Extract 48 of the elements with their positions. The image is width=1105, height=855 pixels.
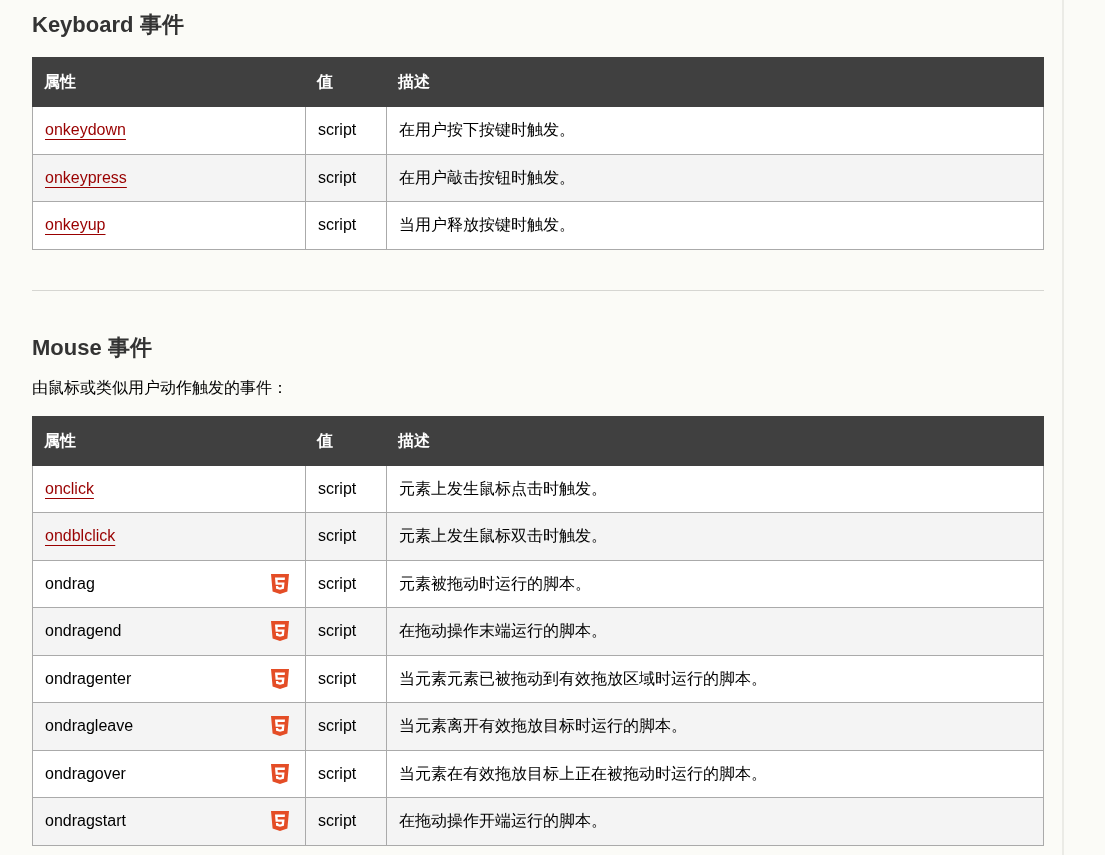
attribute-name: ondragover xyxy=(45,763,126,784)
attribute-name: ondragend xyxy=(45,621,122,642)
value-text: script xyxy=(318,478,357,499)
html5-shield-icon xyxy=(271,621,289,642)
description-text: 当元素离开有效拖放目标时运行的脚本。 xyxy=(399,716,687,737)
value-text: script xyxy=(318,120,357,141)
value-text: script xyxy=(318,215,357,236)
column-header: 值 xyxy=(317,430,333,451)
description-text: 元素上发生鼠标双击时触发。 xyxy=(399,526,607,547)
description-text: 当元素元素已被拖动到有效拖放区域时运行的脚本。 xyxy=(399,668,767,689)
html5-shield-icon xyxy=(271,573,289,594)
description-text: 在用户按下按键时触发。 xyxy=(399,120,575,141)
html5-shield-icon xyxy=(271,811,289,832)
value-text: script xyxy=(318,811,357,832)
description-text: 当用户释放按键时触发。 xyxy=(399,215,575,236)
section-heading: Mouse 事件 xyxy=(32,333,153,362)
attribute-link[interactable]: onkeydown xyxy=(45,118,126,143)
description-text: 元素被拖动时运行的脚本。 xyxy=(399,573,591,594)
value-text: script xyxy=(318,526,357,547)
html5-shield-icon xyxy=(271,668,289,689)
value-text: script xyxy=(318,716,357,737)
column-header: 属性 xyxy=(44,430,76,451)
value-text: script xyxy=(318,621,357,642)
attribute-link[interactable]: ondblclick xyxy=(45,524,116,549)
value-text: script xyxy=(318,668,357,689)
value-text: script xyxy=(318,763,357,784)
column-header: 描述 xyxy=(398,430,430,451)
section-heading: Keyboard 事件 xyxy=(32,11,185,39)
description-text: 在用户敲击按钮时触发。 xyxy=(399,167,575,188)
attribute-name: ondragenter xyxy=(45,668,132,689)
description-text: 在拖动操作末端运行的脚本。 xyxy=(399,621,607,642)
attribute-name: ondragstart xyxy=(45,811,126,832)
attribute-link[interactable]: onkeypress xyxy=(45,165,127,190)
attribute-link[interactable]: onkeyup xyxy=(45,213,106,238)
column-header: 值 xyxy=(317,72,333,92)
attribute-name: ondragleave xyxy=(45,716,134,737)
html5-shield-icon xyxy=(271,763,289,784)
column-header: 属性 xyxy=(44,72,76,92)
column-header: 描述 xyxy=(398,72,430,92)
description-text: 元素上发生鼠标点击时触发。 xyxy=(399,478,607,499)
attribute-link[interactable]: onclick xyxy=(45,476,94,501)
value-text: script xyxy=(318,573,357,594)
html5-shield-icon xyxy=(271,716,289,737)
description-text: 当元素在有效拖放目标上正在被拖动时运行的脚本。 xyxy=(399,763,767,784)
attribute-name: ondrag xyxy=(45,573,95,594)
section-intro: 由鼠标或类似用户动作触发的事件： xyxy=(32,377,289,398)
value-text: script xyxy=(318,167,357,188)
description-text: 在拖动操作开端运行的脚本。 xyxy=(399,811,607,832)
